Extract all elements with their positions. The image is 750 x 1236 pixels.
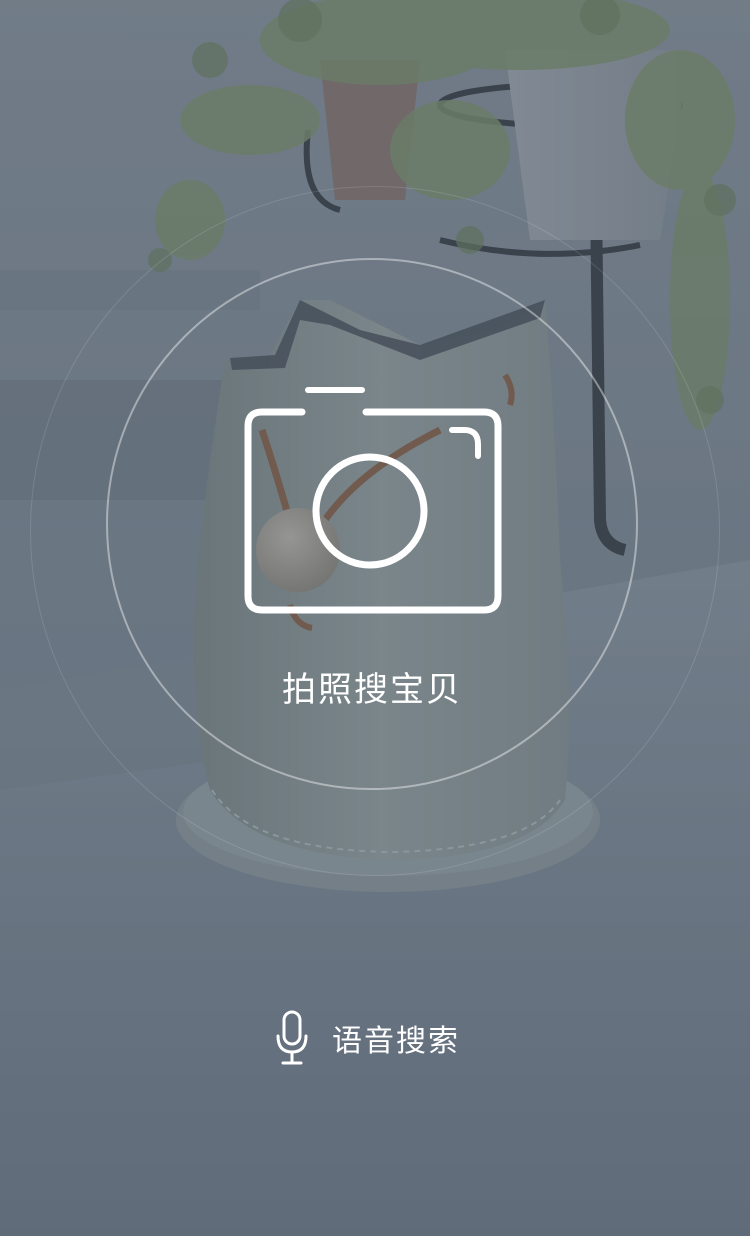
photo-search-label: 拍照搜宝贝 [282,670,462,710]
photo-search-button[interactable]: 拍照搜宝贝 [106,258,638,790]
image-search-screen: 拍照搜宝贝 语音搜索 [0,0,750,1236]
microphone-icon [276,1010,308,1065]
camera-icon [244,387,502,614]
voice-search-button[interactable]: 语音搜索 [274,1008,460,1068]
voice-search-label: 语音搜索 [332,1024,460,1059]
